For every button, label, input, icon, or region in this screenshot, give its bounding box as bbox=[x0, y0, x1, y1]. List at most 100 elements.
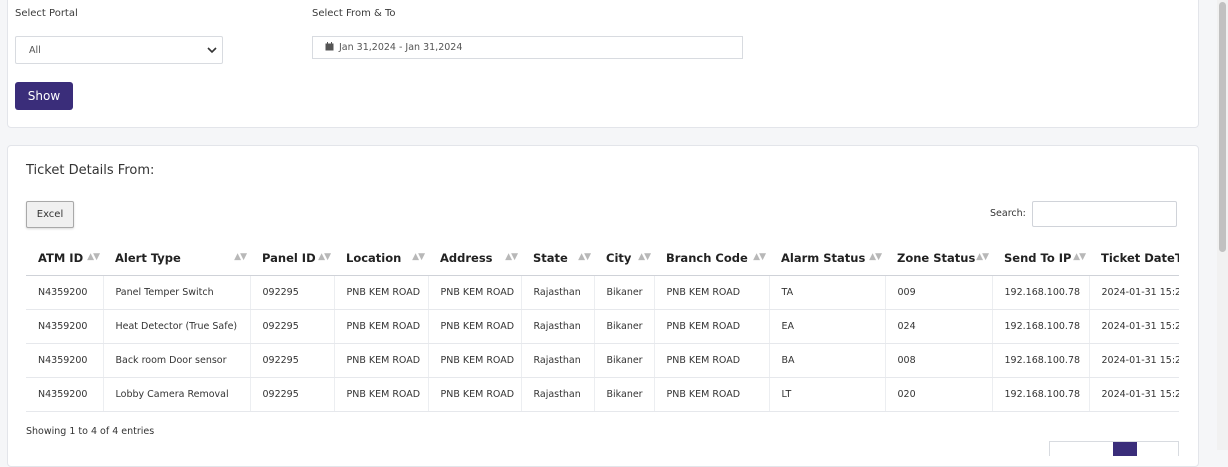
column-header[interactable]: Address ▲▼ bbox=[428, 241, 521, 276]
column-header[interactable]: City ▲▼ bbox=[594, 241, 654, 276]
table-cell: Heat Detector (True Safe) bbox=[103, 309, 251, 344]
table-cell: 092295 bbox=[250, 309, 335, 344]
column-header-label: Send To IP bbox=[1004, 251, 1072, 265]
table-cell: Bikaner bbox=[594, 275, 655, 310]
table-cell: 008 bbox=[885, 343, 993, 378]
column-header-label: Location bbox=[346, 251, 402, 265]
sort-icon: ▲▼ bbox=[578, 252, 591, 262]
table-cell: PNB KEM ROAD bbox=[334, 309, 429, 344]
table-header-row: ATM ID ▲▼ Alert Type ▲▼ Panel ID ▲▼ Locatio… bbox=[26, 241, 1179, 276]
sort-icon: ▲▼ bbox=[1073, 252, 1086, 262]
page-scrollbar[interactable] bbox=[1217, 0, 1228, 450]
column-header-label: Alert Type bbox=[115, 251, 181, 265]
sort-icon: ▲▼ bbox=[638, 252, 651, 262]
column-header-label: Alarm Status bbox=[781, 251, 866, 265]
table-cell: N4359200 bbox=[26, 343, 104, 378]
portal-label: Select Portal bbox=[15, 8, 78, 19]
search-input[interactable] bbox=[1032, 201, 1177, 227]
column-header[interactable]: Alert Type ▲▼ bbox=[103, 241, 250, 276]
date-range-label: Select From & To bbox=[312, 8, 396, 19]
ticket-table: ATM ID ▲▼ Alert Type ▲▼ Panel ID ▲▼ Locatio… bbox=[26, 241, 1179, 412]
table-cell: N4359200 bbox=[26, 275, 104, 310]
portal-select-value: All bbox=[29, 45, 41, 56]
table-cell: 024 bbox=[885, 309, 993, 344]
column-header-label: City bbox=[606, 251, 632, 265]
sort-icon: ▲▼ bbox=[87, 252, 100, 262]
column-header[interactable]: Zone Status ▲▼ bbox=[885, 241, 992, 276]
column-header[interactable]: ATM ID ▲▼ bbox=[26, 241, 103, 276]
table-cell: 020 bbox=[885, 377, 993, 412]
portal-select[interactable]: All bbox=[15, 36, 223, 64]
sort-icon: ▲▼ bbox=[753, 252, 766, 262]
table-row: N4359200 Back room Door sensor 092295 PN… bbox=[26, 343, 1179, 378]
column-header-label: State bbox=[533, 251, 568, 265]
table-cell: 2024-01-31 15:21:12 bbox=[1089, 275, 1179, 310]
ticket-table-wrapper: ATM ID ▲▼ Alert Type ▲▼ Panel ID ▲▼ Locatio… bbox=[26, 241, 1179, 414]
table-cell: 2024-01-31 15:21:12 bbox=[1089, 309, 1179, 344]
column-header[interactable]: Alarm Status ▲▼ bbox=[769, 241, 885, 276]
sort-icon: ▲▼ bbox=[976, 252, 989, 262]
table-cell: Rajasthan bbox=[521, 309, 595, 344]
column-header[interactable]: Location ▲▼ bbox=[334, 241, 428, 276]
table-cell: Rajasthan bbox=[521, 343, 595, 378]
table-cell: 009 bbox=[885, 275, 993, 310]
column-header-label: Panel ID bbox=[262, 251, 316, 265]
scrollbar-thumb[interactable] bbox=[1219, 2, 1226, 252]
table-cell: PNB KEM ROAD bbox=[334, 275, 429, 310]
date-range-picker[interactable]: Jan 31,2024 - Jan 31,2024 bbox=[312, 36, 743, 59]
table-cell: PNB KEM ROAD bbox=[428, 309, 522, 344]
table-cell: TA bbox=[769, 275, 886, 310]
table-cell: Bikaner bbox=[594, 309, 655, 344]
table-cell: 2024-01-31 15:21:12 bbox=[1089, 343, 1179, 378]
filter-card bbox=[7, 0, 1199, 128]
table-cell: PNB KEM ROAD bbox=[334, 377, 429, 412]
column-header-label: Branch Code bbox=[666, 251, 748, 265]
table-cell: PNB KEM ROAD bbox=[428, 343, 522, 378]
pagination bbox=[1049, 441, 1179, 456]
table-cell: Lobby Camera Removal bbox=[103, 377, 251, 412]
pagination-active-page[interactable] bbox=[1113, 442, 1137, 456]
table-cell: Back room Door sensor bbox=[103, 343, 251, 378]
table-cell: 092295 bbox=[250, 377, 335, 412]
date-range-value: Jan 31,2024 - Jan 31,2024 bbox=[339, 42, 463, 53]
table-cell: PNB KEM ROAD bbox=[654, 309, 770, 344]
table-cell: LT bbox=[769, 377, 886, 412]
column-header[interactable]: Branch Code ▲▼ bbox=[654, 241, 769, 276]
table-cell: N4359200 bbox=[26, 377, 104, 412]
column-header-label: ATM ID bbox=[38, 251, 84, 265]
column-header-label: Zone Status bbox=[897, 251, 976, 265]
show-button[interactable]: Show bbox=[15, 82, 73, 110]
table-cell: PNB KEM ROAD bbox=[334, 343, 429, 378]
ticket-details-title: Ticket Details From: bbox=[26, 163, 155, 178]
table-cell: 2024-01-31 15:21:12 bbox=[1089, 377, 1179, 412]
calendar-icon bbox=[325, 42, 334, 51]
sort-icon: ▲▼ bbox=[234, 252, 247, 262]
sort-icon: ▲▼ bbox=[318, 252, 331, 262]
chevron-down-icon bbox=[207, 47, 217, 54]
sort-icon: ▲▼ bbox=[505, 252, 518, 262]
sort-icon: ▲▼ bbox=[869, 252, 882, 262]
column-header-label: Ticket DateTime bbox=[1101, 251, 1179, 265]
column-header-label: Address bbox=[440, 251, 493, 265]
table-cell: 192.168.100.78 bbox=[992, 309, 1090, 344]
table-cell: Bikaner bbox=[594, 343, 655, 378]
table-cell: PNB KEM ROAD bbox=[654, 275, 770, 310]
table-cell: N4359200 bbox=[26, 309, 104, 344]
table-cell: 092295 bbox=[250, 275, 335, 310]
sort-icon: ▲▼ bbox=[412, 252, 425, 262]
table-cell: PNB KEM ROAD bbox=[654, 377, 770, 412]
table-cell: PNB KEM ROAD bbox=[428, 275, 522, 310]
column-header[interactable]: State ▲▼ bbox=[521, 241, 594, 276]
table-row: N4359200 Panel Temper Switch 092295 PNB … bbox=[26, 275, 1179, 310]
column-header[interactable]: Send To IP ▲▼ bbox=[992, 241, 1089, 276]
table-cell: 092295 bbox=[250, 343, 335, 378]
column-header[interactable]: Ticket DateTime bbox=[1089, 241, 1179, 276]
excel-export-button[interactable]: Excel bbox=[26, 201, 74, 228]
table-cell: Panel Temper Switch bbox=[103, 275, 251, 310]
table-cell: PNB KEM ROAD bbox=[654, 343, 770, 378]
column-header[interactable]: Panel ID ▲▼ bbox=[250, 241, 334, 276]
table-cell: Bikaner bbox=[594, 377, 655, 412]
table-row: N4359200 Lobby Camera Removal 092295 PNB… bbox=[26, 377, 1179, 412]
table-row: N4359200 Heat Detector (True Safe) 09229… bbox=[26, 309, 1179, 344]
table-info: Showing 1 to 4 of 4 entries bbox=[26, 426, 155, 437]
